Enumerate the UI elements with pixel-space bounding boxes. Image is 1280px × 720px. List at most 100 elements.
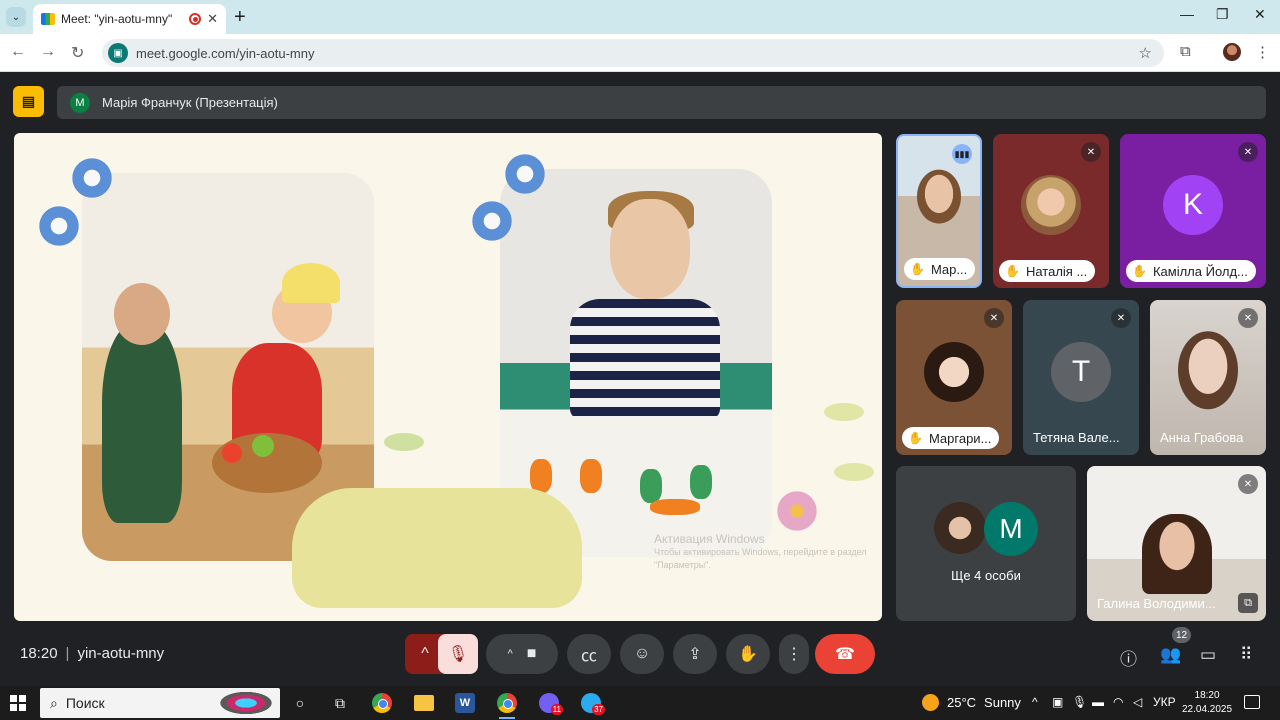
notifications-icon[interactable] [1244, 695, 1260, 709]
participant-avatar: M [984, 502, 1038, 556]
participant-tile[interactable]: ▮▮▮ ✋ Мар... [896, 134, 982, 288]
stop-presentation-icon[interactable]: ▤ [13, 86, 44, 117]
tab-meet[interactable]: Meet: "yin-aotu-mny" ✕ [33, 4, 226, 34]
participant-tile[interactable]: T ✕ Тетяна Вале... [1023, 300, 1139, 455]
meeting-time: 18:20 [20, 645, 58, 662]
viber-badge: 11 [550, 704, 563, 715]
watermark-text: Чтобы активировать Windows, перейдите в … [654, 547, 867, 570]
mic-off-button[interactable]: 🎙 [438, 634, 478, 674]
participant-name: ✋ Мар... [904, 258, 976, 280]
present-icon: ⇪ [688, 646, 702, 663]
search-icon: ⌕ [50, 694, 58, 711]
raised-hand-icon: ✋ [908, 431, 923, 445]
chrome-taskbar-icon[interactable] [370, 692, 394, 714]
reactions-button[interactable]: ☺ [620, 634, 664, 674]
maximize-icon[interactable]: ❐ [1216, 6, 1229, 23]
word-icon[interactable]: W [453, 692, 477, 714]
participant-avatar [1021, 175, 1081, 235]
microphone-tray-icon[interactable]: 🎙 [1072, 695, 1087, 709]
tray-overflow-chevron-icon[interactable]: ^ [1032, 695, 1038, 709]
battery-icon[interactable]: ▬ [1092, 695, 1104, 709]
telegram-badge: 37 [592, 704, 605, 715]
file-explorer-icon[interactable] [412, 692, 436, 714]
raised-hand-icon: ✋ [1005, 264, 1020, 278]
windows-taskbar: ⌕ Поиск ○ ⧉ W 11 37 25°C Sunny ^ ▣ 🎙 ▬ ◠… [0, 686, 1280, 720]
more-participants-tile[interactable]: M Ще 4 особи [896, 466, 1076, 621]
back-icon[interactable]: ← [10, 43, 26, 61]
raise-hand-icon: ✋ [738, 646, 758, 663]
meet-control-bar: 18:20 | yin-aotu-mny ^ 🎙 ^ ■ ㏄ ☺ ⇪ ✋ ⋮ ☎ ⓘ… [0, 627, 1280, 684]
camera-button[interactable]: ^ ■ [486, 634, 558, 674]
participant-tile[interactable]: ✕ Анна Грабова [1150, 300, 1266, 455]
people-icon[interactable]: 👥 [1160, 645, 1181, 665]
reload-icon[interactable]: ↻ [71, 43, 84, 63]
presentation-slide: Активация Windows Чтобы активировать Win… [14, 133, 882, 621]
window-close-icon[interactable]: ✕ [1254, 6, 1266, 23]
participant-name: ✋ Маргари... [902, 427, 1000, 449]
participant-name: Тетяна Вале... [1033, 430, 1120, 445]
slide-decor-blob [292, 488, 582, 608]
url-text: meet.google.com/yin-aotu-mny [136, 45, 315, 61]
slide-leaf-icon [824, 403, 864, 421]
participant-video [1178, 330, 1238, 409]
activities-icon[interactable]: ⠿ [1240, 645, 1252, 665]
tab-close-icon[interactable]: ✕ [207, 11, 218, 27]
participant-tile[interactable]: ✕ ✋ Наталія ... [993, 134, 1109, 288]
meet-tray-icon[interactable]: ▣ [1052, 695, 1063, 709]
volume-icon[interactable]: ◁ [1133, 695, 1142, 709]
language-indicator[interactable]: УКР [1153, 695, 1176, 709]
slide-flower-icon [469, 198, 515, 244]
emoji-icon: ☺ [633, 645, 651, 662]
chrome-active-icon[interactable] [495, 692, 519, 719]
telegram-icon[interactable]: 37 [579, 692, 605, 715]
presenter-bar: M Марія Франчук (Презентація) [57, 86, 1266, 119]
participant-tile[interactable]: ✕ ✋ Маргари... [896, 300, 1012, 455]
wifi-icon[interactable]: ◠ [1113, 695, 1123, 709]
mic-off-icon: ✕ [1111, 308, 1131, 328]
chat-icon[interactable]: ▭ [1200, 645, 1216, 665]
clock-time: 18:20 [1194, 690, 1220, 701]
new-tab-button[interactable]: + [234, 6, 246, 29]
taskbar-clock[interactable]: 18:20 22.04.2025 [1182, 689, 1232, 717]
bookmark-star-icon[interactable]: ☆ [1139, 44, 1152, 62]
browser-tab-strip: ⌄ Meet: "yin-aotu-mny" ✕ + — ❐ ✕ [0, 0, 1280, 34]
meeting-details-icon[interactable]: ⓘ [1120, 645, 1137, 670]
clock-date: 22.04.2025 [1182, 704, 1233, 715]
present-screen-button[interactable]: ⇪ [673, 634, 717, 674]
weather-desc: Sunny [984, 695, 1021, 710]
slide-flower-icon [502, 151, 548, 197]
weather-widget[interactable]: 25°C Sunny [922, 694, 1021, 711]
more-options-button[interactable]: ⋮ [779, 634, 809, 674]
task-view-icon[interactable]: ⧉ [328, 692, 352, 714]
picture-in-picture-icon[interactable]: ⧉ [1238, 593, 1258, 613]
minimize-icon[interactable]: — [1180, 6, 1194, 22]
meeting-info: 18:20 | yin-aotu-mny [20, 645, 165, 662]
raise-hand-button[interactable]: ✋ [726, 634, 770, 674]
participant-avatar [934, 502, 986, 554]
extensions-icon[interactable]: ⧉ [1180, 43, 1191, 60]
slide-leaf-icon [384, 433, 424, 451]
mic-off-icon: ✕ [1238, 142, 1258, 162]
participant-tile[interactable]: K ✕ ✋ Камілла Йолд... [1120, 134, 1266, 288]
menu-kebab-icon[interactable]: ⋮ [1255, 43, 1270, 61]
participant-video [917, 169, 961, 224]
camera-icon: ■ [526, 645, 537, 662]
captions-button[interactable]: ㏄ [567, 634, 611, 674]
leave-call-button[interactable]: ☎ [815, 634, 875, 674]
speaking-indicator-icon: ▮▮▮ [952, 144, 972, 164]
self-view-tile[interactable]: ✕ Галина Володими... ⧉ [1087, 466, 1266, 621]
end-call-icon: ☎ [835, 646, 855, 663]
tab-search-chevron-icon[interactable]: ⌄ [6, 7, 26, 27]
profile-avatar[interactable] [1223, 43, 1241, 61]
taskbar-search-box[interactable]: ⌕ Поиск [40, 688, 280, 718]
tab-title: Meet: "yin-aotu-mny" [61, 12, 173, 26]
more-participants-label: Ще 4 особи [951, 568, 1021, 583]
omnibox[interactable]: ▣ meet.google.com/yin-aotu-mny ☆ [102, 39, 1164, 67]
forward-icon[interactable]: → [40, 43, 56, 61]
video-options-chevron-icon[interactable]: ^ [508, 648, 513, 660]
site-info-icon[interactable]: ▣ [108, 43, 128, 63]
windows-start-icon[interactable] [10, 695, 26, 711]
cortana-icon[interactable]: ○ [288, 692, 312, 714]
viber-icon[interactable]: 11 [537, 692, 563, 715]
meeting-code: yin-aotu-mny [77, 645, 165, 662]
